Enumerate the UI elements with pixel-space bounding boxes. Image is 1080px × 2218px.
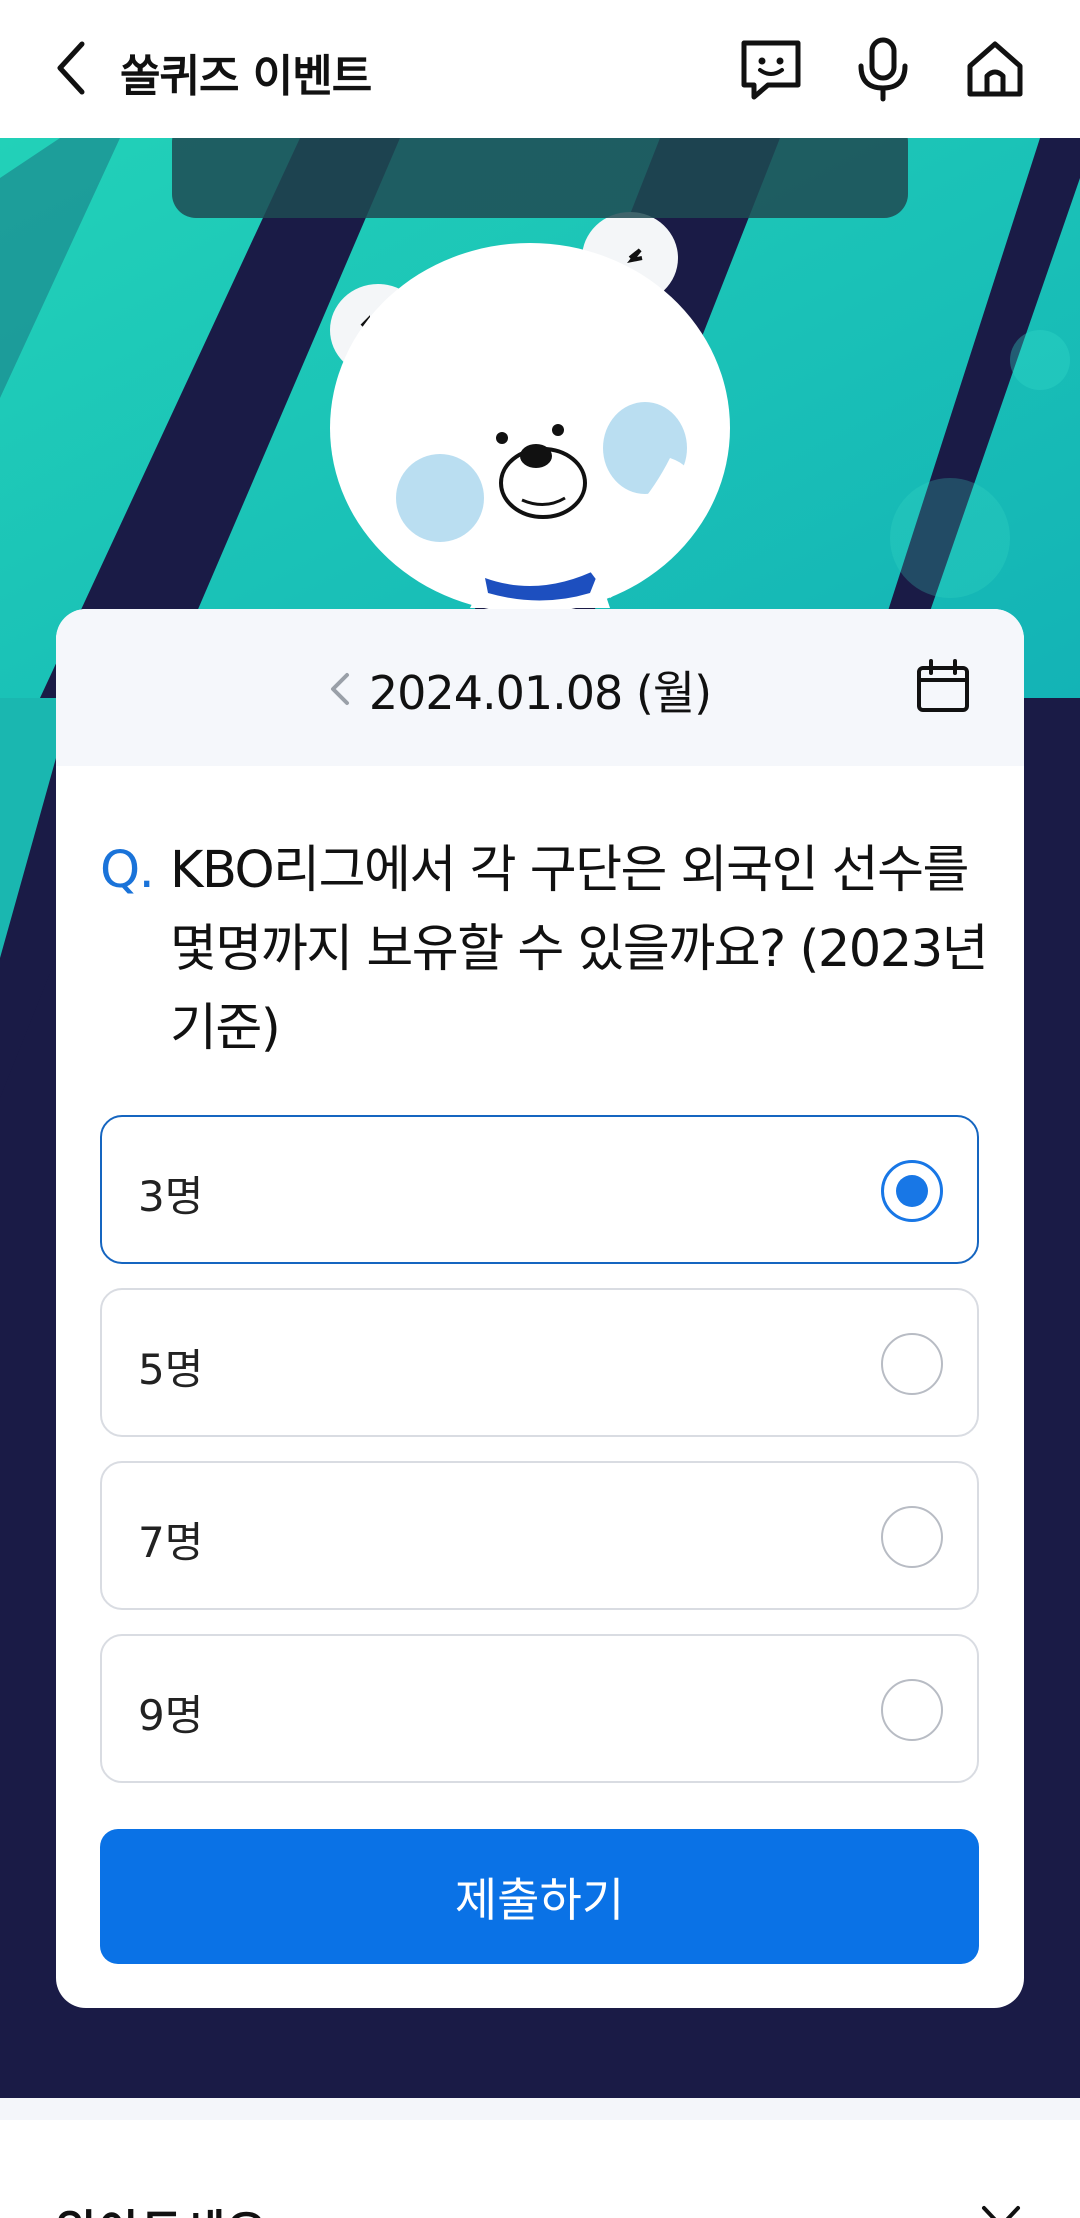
home-icon xyxy=(967,41,1023,97)
notice-section: 알아두세요 xyxy=(0,2120,1080,2218)
option-label: 7명 xyxy=(138,1518,204,1567)
radio-unselected-icon[interactable] xyxy=(881,1333,943,1395)
radio-selected-icon[interactable] xyxy=(881,1160,943,1222)
back-chevron-icon xyxy=(57,41,85,95)
date-navigator: 2024.01.08 (월) xyxy=(56,609,1024,766)
quiz-question: Q. KBO리그에서 각 구단은 외국인 선수를 몇명까지 보유할 수 있을까요… xyxy=(100,831,990,1068)
current-date: 2024.01.08 (월) xyxy=(368,666,712,720)
app-header: 쏠퀴즈 이벤트 xyxy=(0,0,1080,138)
answer-option-1[interactable]: 3명 xyxy=(100,1115,979,1264)
radio-unselected-icon[interactable] xyxy=(881,1679,943,1741)
radio-unselected-icon[interactable] xyxy=(881,1506,943,1568)
calendar-icon xyxy=(917,659,969,712)
answer-option-4[interactable]: 9명 xyxy=(100,1634,979,1783)
quiz-card: 2024.01.08 (월) Q. KBO리그에서 각 구단은 외국인 선수를 … xyxy=(56,609,1024,2008)
question-text: KBO리그에서 각 구단은 외국인 선수를 몇명까지 보유할 수 있을까요? (… xyxy=(170,841,989,1058)
submit-button[interactable]: 제출하기 xyxy=(100,1829,979,1964)
answer-option-2[interactable]: 5명 xyxy=(100,1288,979,1437)
question-mark-label: Q. xyxy=(100,841,155,900)
chatbot-button[interactable] xyxy=(736,34,806,104)
chevron-down-icon[interactable] xyxy=(976,2200,1026,2218)
page-title: 쏠퀴즈 이벤트 xyxy=(120,51,372,102)
option-label: 3명 xyxy=(138,1172,204,1221)
chatbot-icon xyxy=(741,40,801,100)
home-button[interactable] xyxy=(960,34,1030,104)
notice-title: 알아두세요 xyxy=(56,2196,268,2218)
hero-banner-box xyxy=(172,138,908,218)
back-button[interactable] xyxy=(44,36,100,100)
voice-search-button[interactable] xyxy=(848,34,918,104)
mic-icon xyxy=(858,37,908,102)
option-label: 9명 xyxy=(138,1691,204,1740)
answer-option-3[interactable]: 7명 xyxy=(100,1461,979,1610)
option-label: 5명 xyxy=(138,1345,204,1394)
calendar-button[interactable] xyxy=(912,655,974,717)
